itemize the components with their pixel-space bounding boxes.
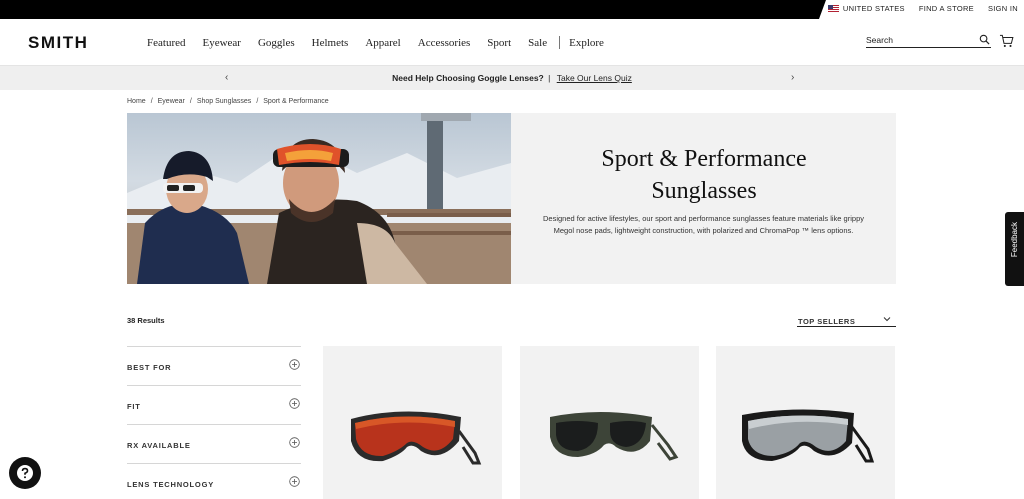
page-title: Sport & Performance Sunglasses [573,143,835,207]
sort-label: TOP SELLERS [798,317,856,326]
feedback-tab[interactable]: Feedback [1005,212,1024,286]
nav-apparel[interactable]: Apparel [365,37,400,49]
chevron-right-icon[interactable]: › [791,72,794,83]
sign-in-link[interactable]: SIGN IN [988,4,1018,13]
chat-button[interactable] [9,457,41,489]
nav-featured[interactable]: Featured [147,37,185,49]
hero-title-line2: Sunglasses [651,178,757,204]
country-label: UNITED STATES [842,4,905,13]
filter-rx-available[interactable]: RX AVAILABLE [127,424,301,463]
filter-label: BEST FOR [127,363,172,372]
chevron-down-icon [883,317,891,322]
plus-circle-icon[interactable] [289,437,300,448]
filter-label: RX AVAILABLE [127,441,191,450]
main-nav: SMITH Featured Eyewear Goggles Helmets A… [0,19,1024,66]
results-count: 38 Results [127,316,165,325]
country-selector[interactable]: UNITED STATES [827,4,905,13]
product-card[interactable] [520,346,699,499]
promo-separator: | [548,73,551,83]
nav-sport[interactable]: Sport [487,37,511,49]
product-image [550,412,679,461]
search-input[interactable]: Search [866,34,991,48]
hero-image [127,113,511,284]
product-card[interactable] [323,346,502,499]
promo-message: Need Help Choosing Goggle Lenses? | Take… [0,73,1024,83]
utility-links-panel: UNITED STATES FIND A STORE SIGN IN [819,0,1024,19]
us-flag-icon [827,5,839,12]
filter-label: FIT [127,402,141,411]
nav-links: Featured Eyewear Goggles Helmets Apparel… [147,36,621,49]
product-image [742,409,875,463]
hero-description: Designed for active lifestyles, our spor… [543,214,864,235]
cart-icon[interactable] [999,34,1014,48]
product-card[interactable] [716,346,895,499]
breadcrumb-shop-sunglasses[interactable]: Shop Sunglasses [197,98,251,105]
hero-title-line1: Sport & Performance [601,146,807,172]
nav-eyewear[interactable]: Eyewear [202,37,240,49]
logo[interactable]: SMITH [28,33,88,53]
search-placeholder: Search [866,35,893,45]
find-store-link[interactable]: FIND A STORE [919,4,974,13]
plus-circle-icon[interactable] [289,476,300,487]
filter-panel: BEST FOR FIT RX AVAILABLE LENS TECHNOLOG… [127,346,301,499]
sort-dropdown[interactable]: TOP SELLERS [797,314,896,327]
breadcrumb-separator: / [189,98,192,105]
nav-goggles[interactable]: Goggles [258,37,295,49]
chat-icon [17,465,33,481]
nav-sale[interactable]: Sale [528,37,547,49]
nav-divider [559,36,561,49]
promo-bar: ‹ Need Help Choosing Goggle Lenses? | Ta… [0,66,1024,90]
filter-fit[interactable]: FIT [127,385,301,424]
product-image [351,411,482,465]
filter-label: LENS TECHNOLOGY [127,480,215,489]
breadcrumb-eyewear[interactable]: Eyewear [158,98,185,105]
search-icon[interactable] [979,34,990,45]
breadcrumb: Home / Eyewear / Shop Sunglasses / Sport & … [127,98,329,105]
hero-banner: Sport & Performance Sunglasses Designed … [127,113,896,284]
breadcrumb-current: Sport & Performance [263,98,329,105]
breadcrumb-separator: / [256,98,259,105]
filter-best-for[interactable]: BEST FOR [127,346,301,385]
filter-lens-technology[interactable]: LENS TECHNOLOGY [127,463,301,499]
nav-accessories[interactable]: Accessories [418,37,471,49]
plus-circle-icon[interactable] [289,359,300,370]
nav-helmets[interactable]: Helmets [312,37,349,49]
breadcrumb-home[interactable]: Home [127,98,146,105]
plus-circle-icon[interactable] [289,398,300,409]
lens-quiz-link[interactable]: Take Our Lens Quiz [557,73,632,83]
promo-text: Need Help Choosing Goggle Lenses? [392,73,544,83]
breadcrumb-separator: / [150,98,153,105]
nav-explore[interactable]: Explore [569,37,604,49]
feedback-label: Feedback [1010,222,1019,258]
